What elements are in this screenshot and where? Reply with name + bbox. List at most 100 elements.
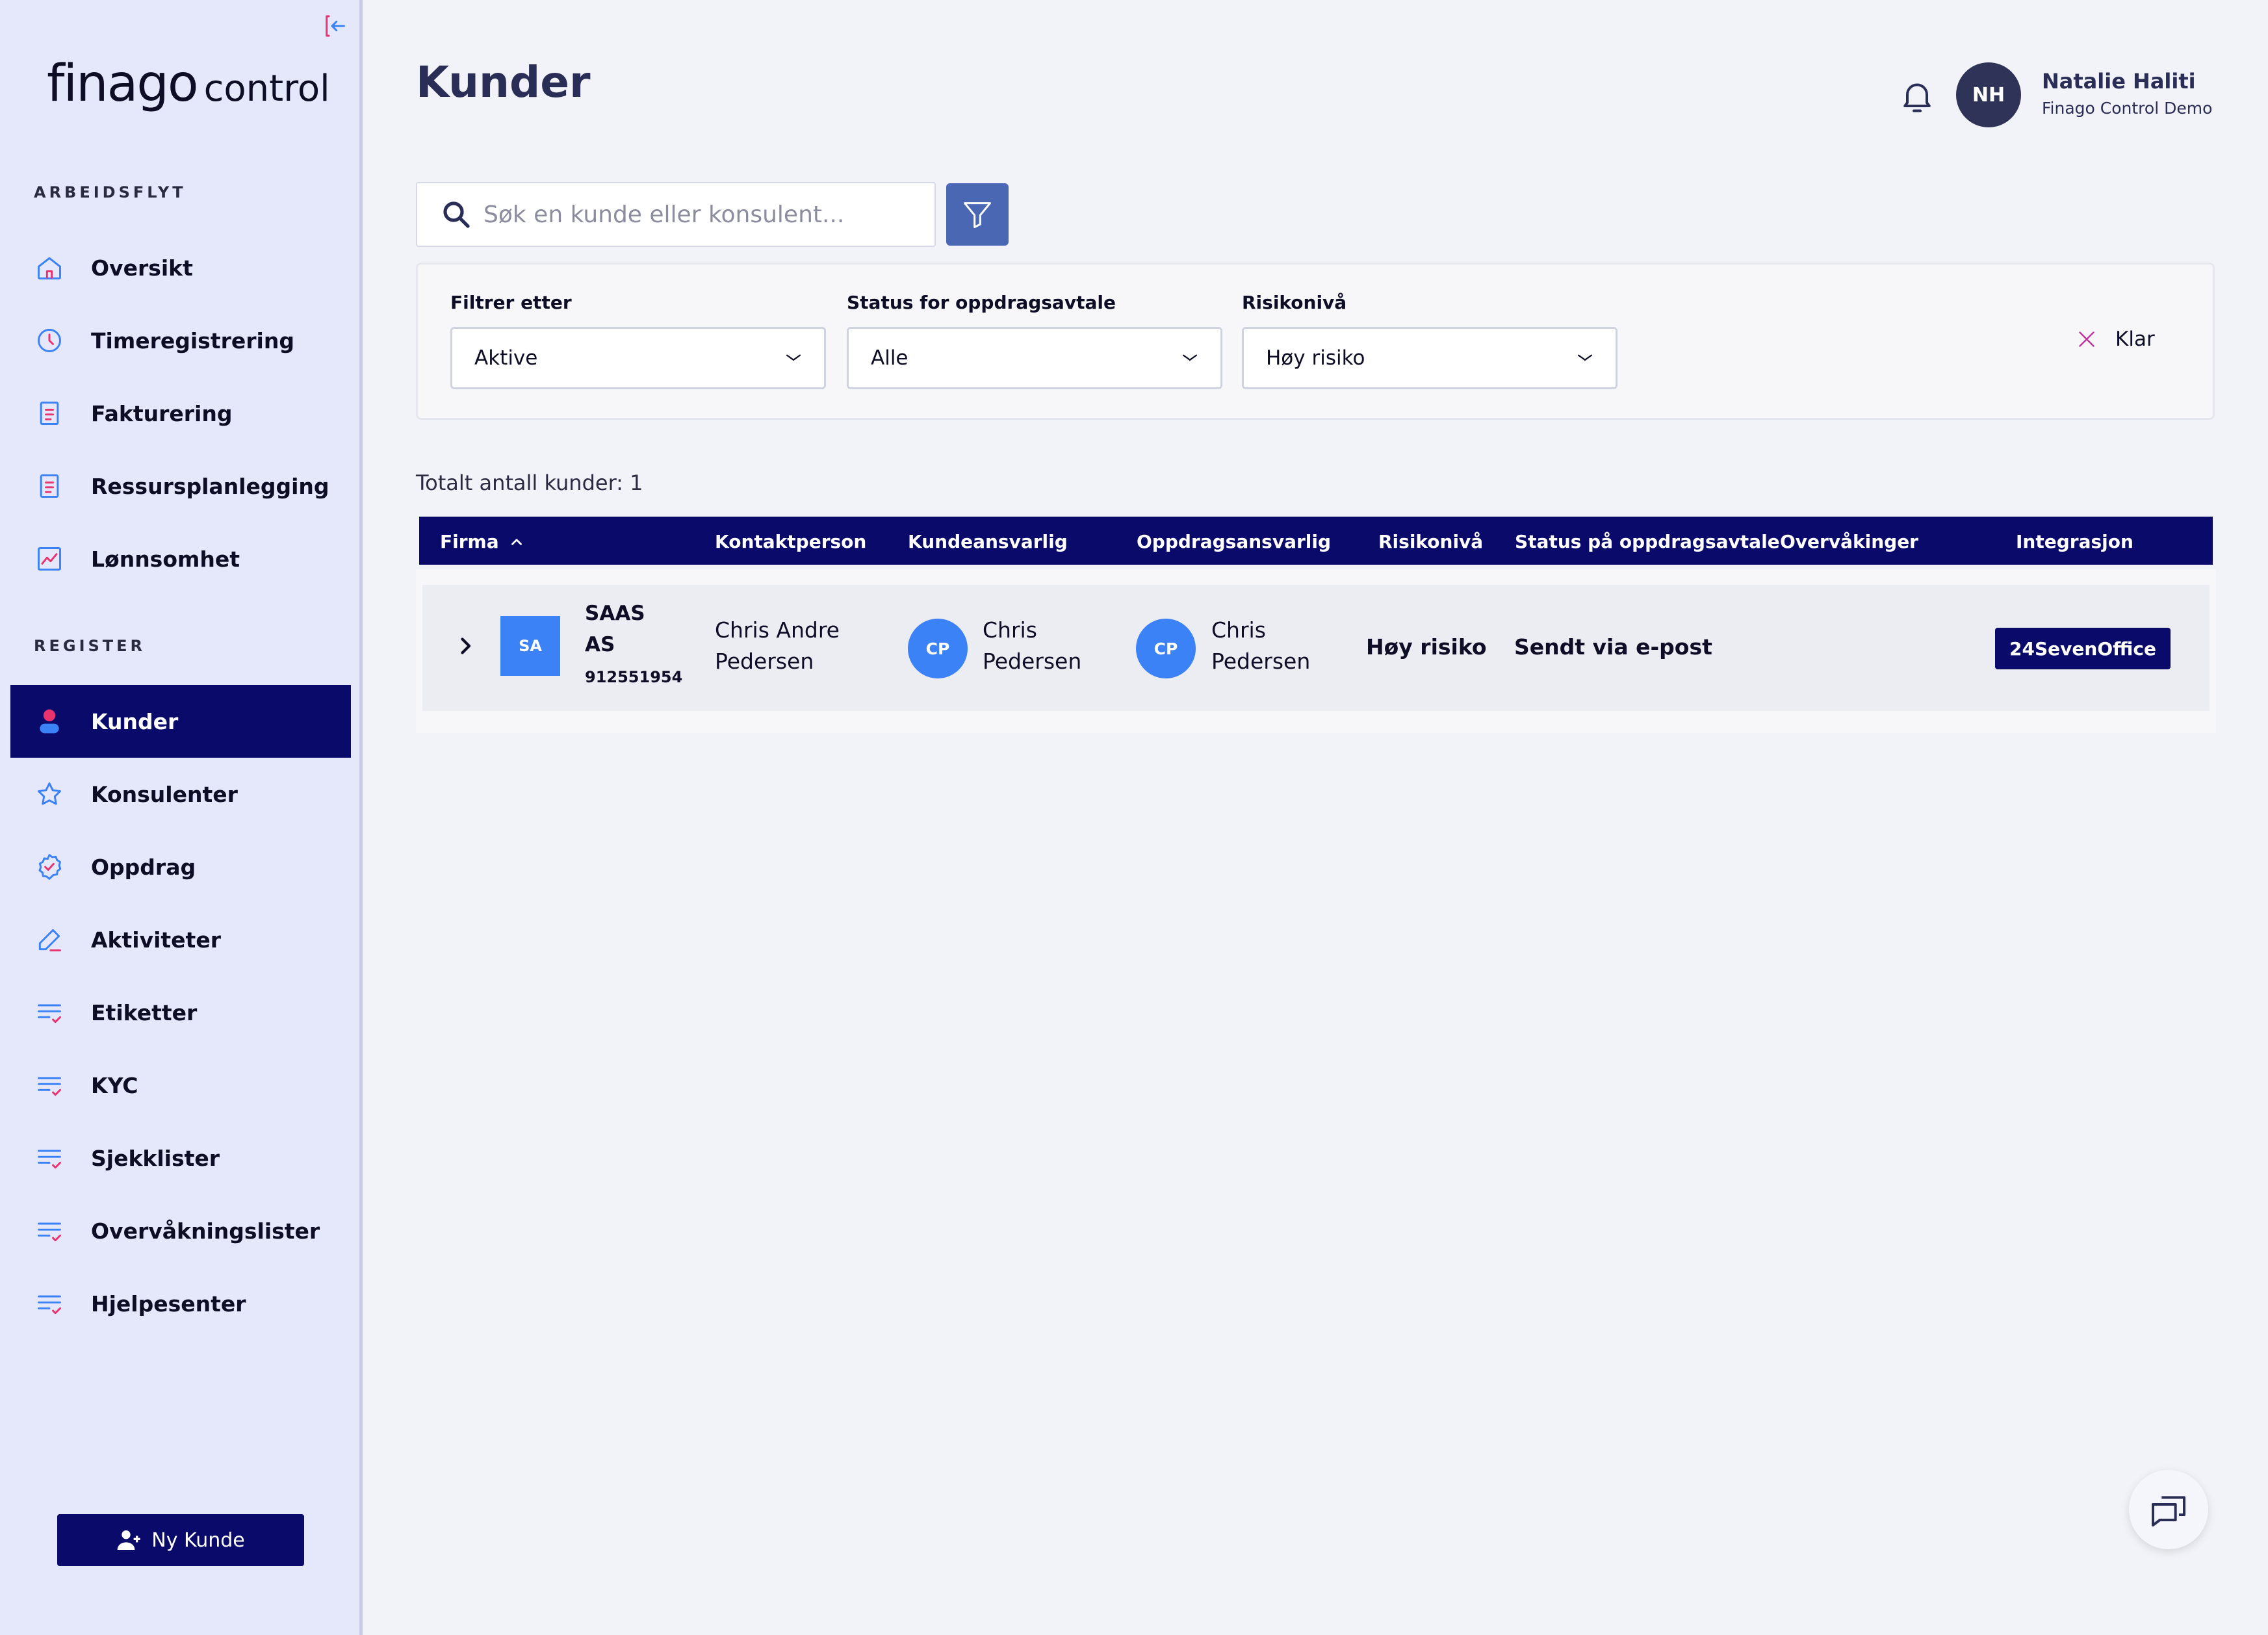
sidebar-item-label: Timeregistrering [91, 328, 294, 354]
firm-avatar: SA [500, 616, 560, 676]
clock-icon [34, 325, 65, 356]
collapse-icon [326, 15, 345, 37]
search-box [416, 182, 936, 247]
assignment-manager-line1: Chris [1211, 617, 1266, 643]
agreement-status-select[interactable]: Alle [847, 327, 1222, 389]
sidebar-item-konsulenter[interactable]: Konsulenter [10, 758, 351, 830]
sidebar-item-label: Aktiviteter [91, 927, 221, 953]
agreement-status-value: Alle [871, 346, 908, 370]
list-check-icon [34, 997, 65, 1028]
bell-icon [1903, 83, 1931, 112]
sidebar-item-aktiviteter[interactable]: Aktiviteter [10, 903, 351, 976]
sidebar-item-label: Oversikt [91, 255, 193, 281]
column-header-kontaktperson[interactable]: Kontaktperson [715, 531, 866, 552]
badge-check-icon [34, 851, 65, 882]
sidebar-item-lonnsomhet[interactable]: Lønnsomhet [10, 522, 351, 595]
sidebar-item-timeregistrering[interactable]: Timeregistrering [10, 304, 351, 377]
sidebar-item-hjelpesenter[interactable]: Hjelpesenter [10, 1267, 351, 1340]
column-header-label: Firma [440, 531, 499, 552]
sidebar-item-kyc[interactable]: KYC [10, 1049, 351, 1122]
sidebar-item-label: Ressursplanlegging [91, 473, 329, 499]
risk-level-select[interactable]: Høy risiko [1242, 327, 1617, 389]
column-header-oppdragsansvarlig[interactable]: Oppdragsansvarlig [1137, 531, 1331, 552]
clear-filters-button[interactable]: Klar [2075, 323, 2155, 355]
filter-by-select[interactable]: Aktive [450, 327, 826, 389]
new-customer-label: Ny Kunde [151, 1528, 245, 1552]
home-icon [34, 252, 65, 283]
agreement-status-label: Status for oppdragsavtale [847, 292, 1116, 313]
chat-icon [2152, 1496, 2185, 1526]
sidebar-item-fakturering[interactable]: Fakturering [10, 377, 351, 450]
list-check-icon [34, 1142, 65, 1174]
table-row[interactable]: SA SAAS AS 912551954 Chris Andre Pederse… [422, 585, 2210, 711]
user-org: Finago Control Demo [2042, 99, 2213, 118]
sidebar-item-overvakningslister[interactable]: Overvåkningslister [10, 1194, 351, 1267]
sidebar-item-label: KYC [91, 1072, 138, 1098]
risk-level-label: Risikonivå [1242, 292, 1347, 313]
document-icon [34, 398, 65, 429]
filter-panel: Filtrer etter Aktive Status for oppdrags… [416, 263, 2215, 420]
list-check-icon [34, 1288, 65, 1319]
sidebar-item-label: Konsulenter [91, 781, 238, 807]
list-check-icon [34, 1215, 65, 1246]
assignment-manager-avatar: CP [1136, 619, 1196, 678]
collapse-sidebar-button[interactable] [321, 12, 350, 40]
section-label-workflow: ARBEIDSFLYT [34, 183, 187, 201]
column-header-overvakinger[interactable]: Overvåkinger [1780, 531, 1918, 552]
page-title: Kunder [416, 57, 591, 107]
risk-level-value: Høy risiko [1266, 346, 1365, 370]
sidebar-item-label: Kunder [91, 708, 179, 734]
total-count: Totalt antall kunder: 1 [416, 470, 643, 495]
add-user-icon [117, 1530, 140, 1550]
sidebar-item-kunder[interactable]: Kunder [10, 685, 351, 758]
sidebar-item-oversikt[interactable]: Oversikt [10, 231, 351, 304]
sidebar-item-label: Fakturering [91, 400, 233, 426]
expand-row-button[interactable] [454, 633, 477, 662]
filter-by-label: Filtrer etter [450, 292, 572, 313]
sidebar: finago control ARBEIDSFLYT Oversikt Timer… [0, 0, 363, 1635]
section-label-register: REGISTER [34, 637, 146, 655]
user-avatar[interactable]: NH [1956, 62, 2021, 127]
sidebar-item-sjekklister[interactable]: Sjekklister [10, 1122, 351, 1194]
chat-button[interactable] [2129, 1470, 2208, 1549]
search-input[interactable] [483, 201, 912, 228]
org-number: 912551954 [585, 668, 683, 686]
column-header-firma[interactable]: Firma [440, 531, 525, 552]
funnel-icon [963, 202, 992, 229]
document-icon [34, 470, 65, 502]
sidebar-item-oppdrag[interactable]: Oppdrag [10, 830, 351, 903]
table-header: Firma Kontaktperson Kundeansvarlig Oppdr… [419, 517, 2213, 565]
contact-person-line1: Chris Andre [715, 617, 840, 643]
sort-ascending-icon [511, 538, 522, 545]
new-customer-button[interactable]: Ny Kunde [57, 1514, 304, 1566]
sidebar-item-label: Overvåkningslister [91, 1218, 320, 1244]
chevron-down-icon [786, 354, 801, 361]
sidebar-item-label: Etiketter [91, 999, 198, 1025]
integration-button[interactable]: 24SevenOffice [1995, 628, 2171, 669]
finago-logo: finago control [47, 55, 330, 113]
firm-name-line2[interactable]: AS [585, 629, 615, 660]
star-icon [34, 779, 65, 810]
clear-filters-label: Klar [2115, 328, 2155, 351]
chevron-right-icon [461, 637, 471, 654]
sidebar-item-label: Lønnsomhet [91, 546, 240, 572]
customer-manager-line1: Chris [983, 617, 1037, 643]
agreement-status: Sendt via e-post [1514, 634, 1712, 660]
column-header-status[interactable]: Status på oppdragsavtale [1515, 531, 1780, 552]
chevron-down-icon [1577, 354, 1593, 361]
column-header-risikoniva[interactable]: Risikonivå [1378, 531, 1483, 552]
firm-name-line1[interactable]: SAAS [585, 598, 645, 629]
sidebar-item-ressursplanlegging[interactable]: Ressursplanlegging [10, 450, 351, 522]
customer-manager-line2: Pedersen [983, 649, 1082, 674]
risk-level: Høy risiko [1366, 634, 1487, 660]
column-header-kundeansvarlig[interactable]: Kundeansvarlig [908, 531, 1068, 552]
user-name: Natalie Haliti [2042, 69, 2196, 94]
contact-person-line2: Pedersen [715, 649, 814, 674]
person-icon [34, 706, 65, 737]
sidebar-item-etiketter[interactable]: Etiketter [10, 976, 351, 1049]
notifications-button[interactable] [1898, 77, 1937, 116]
column-header-integrasjon[interactable]: Integrasjon [2016, 531, 2133, 552]
filter-toggle-button[interactable] [946, 183, 1009, 246]
chevron-down-icon [1182, 354, 1198, 361]
pencil-icon [34, 924, 65, 955]
